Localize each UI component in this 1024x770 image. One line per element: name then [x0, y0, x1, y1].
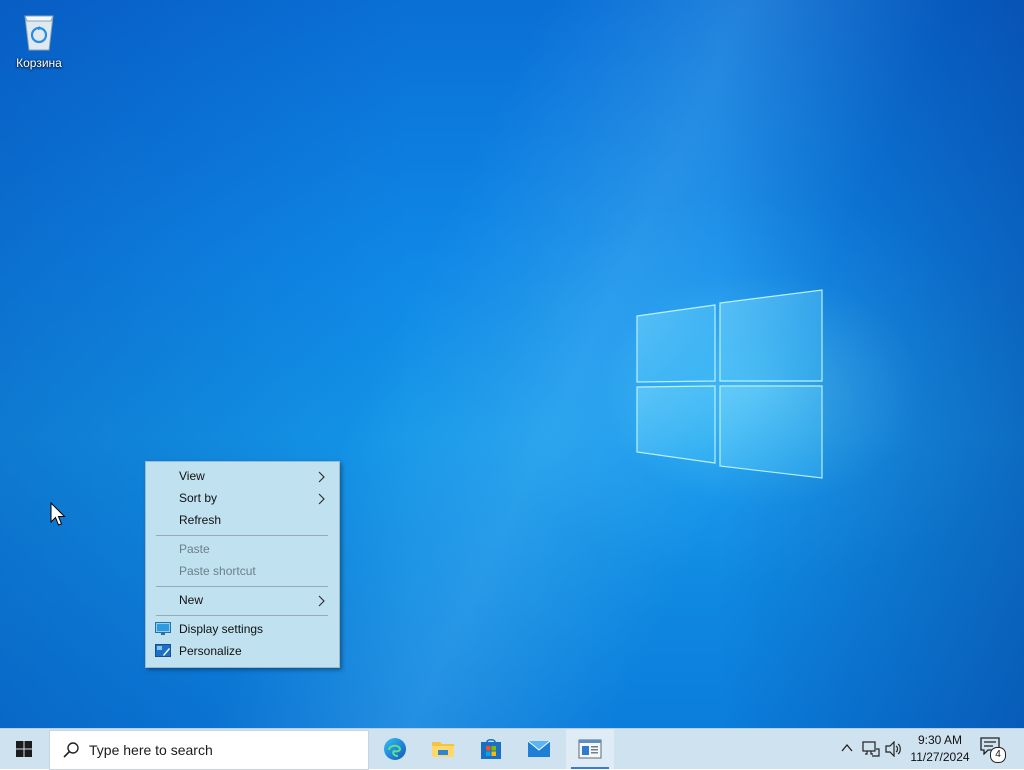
- file-explorer-icon: [432, 742, 454, 757]
- network-icon[interactable]: [862, 741, 880, 757]
- chevron-right-icon: [318, 493, 325, 505]
- menu-item-label: Sort by: [179, 491, 218, 505]
- menu-item-refresh[interactable]: Refresh: [146, 509, 339, 531]
- display-settings-icon: [155, 622, 171, 635]
- menu-item-sort-by[interactable]: Sort by: [146, 487, 339, 509]
- menu-item-personalize[interactable]: Personalize: [146, 640, 339, 662]
- microsoft-store-icon: [481, 738, 501, 759]
- menu-separator: [156, 535, 328, 536]
- desktop-icon-label: Корзина: [16, 56, 62, 70]
- taskbar-app-microsoft-store[interactable]: [467, 729, 515, 769]
- menu-item-display-settings[interactable]: Display settings: [146, 618, 339, 640]
- search-icon: [63, 742, 79, 758]
- notification-count-badge: 4: [990, 747, 1006, 763]
- volume-icon[interactable]: [885, 741, 903, 757]
- desktop-icon-recycle-bin[interactable]: Корзина: [8, 6, 70, 78]
- menu-item-paste-shortcut[interactable]: Paste shortcut: [146, 560, 339, 582]
- taskbar-app-file-explorer[interactable]: [419, 729, 467, 769]
- menu-item-label: Personalize: [179, 644, 242, 658]
- desktop-context-menu: View Sort by Refresh Paste Paste shortcu…: [145, 461, 340, 668]
- menu-item-label: Display settings: [179, 622, 264, 636]
- notepad-app-icon: [578, 739, 602, 759]
- menu-item-label: Paste shortcut: [179, 564, 256, 578]
- edge-icon: [384, 738, 406, 760]
- taskbar-app-active-window[interactable]: [566, 729, 614, 769]
- menu-separator: [156, 586, 328, 587]
- clock-time: 9:30 AM: [917, 733, 963, 747]
- menu-separator: [156, 615, 328, 616]
- clock-date: 11/27/2024: [910, 750, 970, 764]
- menu-item-label: Refresh: [179, 513, 222, 527]
- taskbar-clock[interactable]: 9:30 AM 11/27/2024: [904, 732, 976, 766]
- chevron-right-icon: [318, 471, 325, 483]
- menu-item-new[interactable]: New: [146, 589, 339, 611]
- mail-icon: [527, 740, 551, 757]
- mouse-pointer-icon: [50, 502, 66, 526]
- taskbar-app-edge[interactable]: [371, 729, 419, 769]
- taskbar-search-box[interactable]: Type here to search: [49, 730, 369, 770]
- menu-item-label: View: [179, 469, 205, 483]
- search-placeholder: Type here to search: [89, 742, 213, 758]
- menu-item-label: Paste: [179, 542, 210, 556]
- action-center-button[interactable]: 4: [980, 737, 1006, 763]
- chevron-right-icon: [318, 595, 325, 607]
- start-button[interactable]: [0, 729, 48, 769]
- recycle-bin-icon: [24, 15, 54, 51]
- windows-start-icon: [16, 741, 32, 757]
- chevron-up-icon[interactable]: [840, 741, 854, 755]
- menu-item-paste[interactable]: Paste: [146, 538, 339, 560]
- taskbar-app-mail[interactable]: [515, 729, 563, 769]
- personalize-icon: [155, 644, 171, 657]
- menu-item-label: New: [179, 593, 204, 607]
- menu-item-view[interactable]: View: [146, 465, 339, 487]
- taskbar: Type here to search 9:30 AM 11/27/2024 4: [0, 728, 1024, 770]
